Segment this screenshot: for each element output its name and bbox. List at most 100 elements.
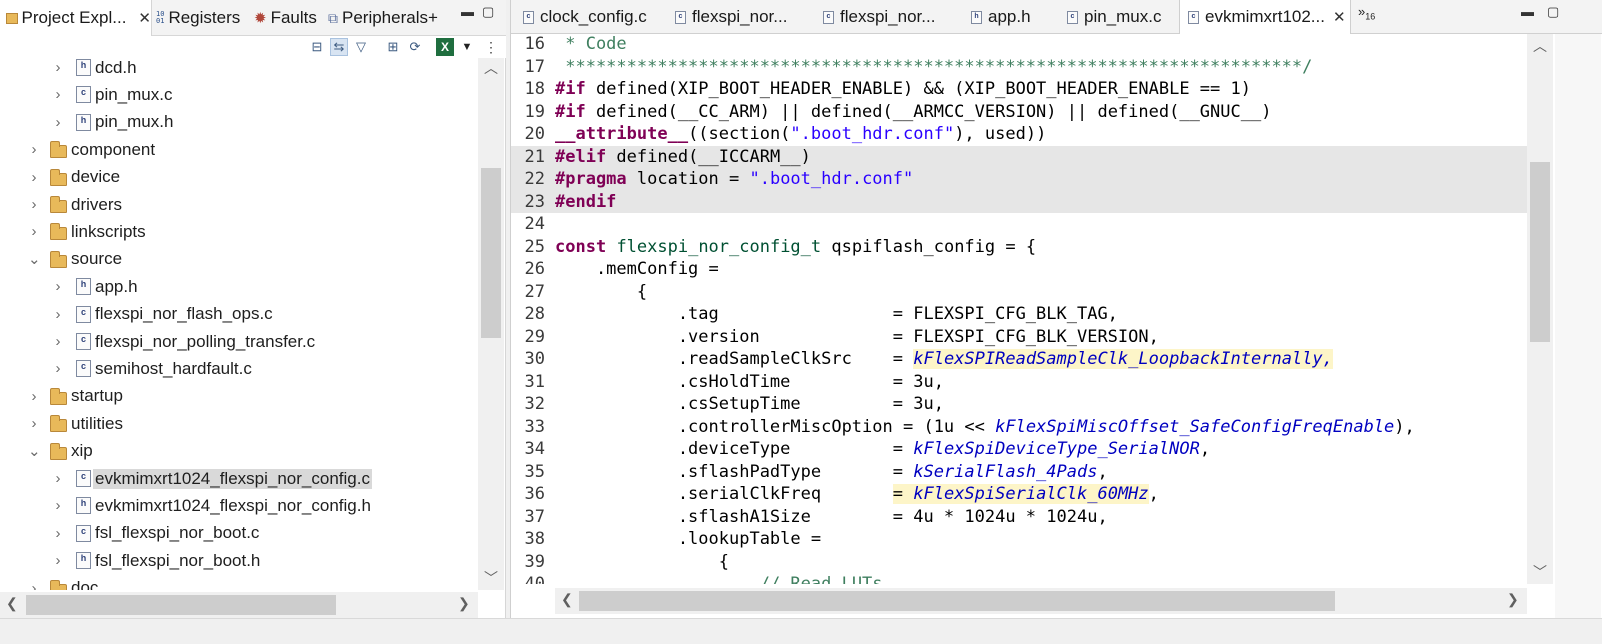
code-line[interactable]: 19 #if defined(__CC_ARM) || defined(__ARM… xyxy=(511,101,1527,124)
more-icon[interactable]: ⋮ xyxy=(482,38,500,56)
chevron-right-icon[interactable]: › xyxy=(28,196,40,213)
chevron-right-icon[interactable]: › xyxy=(52,86,64,103)
scroll-right-icon[interactable]: ❯ xyxy=(1507,591,1519,608)
chevron-right-icon[interactable]: › xyxy=(52,552,64,569)
tab-peripherals[interactable]: ⧉ Peripherals+ xyxy=(328,0,448,36)
tab-pin-mux-c[interactable]: c pin_mux.c xyxy=(1061,0,1177,34)
view-menu-icon[interactable]: ▼ xyxy=(458,38,476,56)
code-line[interactable]: 27 { xyxy=(511,281,1527,304)
code-line[interactable]: 37 .sflashA1Size = 4u * 1024u * 1024u, xyxy=(511,506,1527,529)
code-line[interactable]: 17 *************************************… xyxy=(511,56,1527,79)
chevron-right-icon[interactable]: › xyxy=(52,278,64,295)
refresh-icon[interactable]: ⟳ xyxy=(406,38,424,56)
chevron-right-icon[interactable]: › xyxy=(52,59,64,76)
code-line[interactable]: 20 __attribute__((section(".boot_hdr.conf… xyxy=(511,123,1527,146)
tree-item[interactable]: › c evkmimxrt1024_flexspi_nor_config.c xyxy=(0,465,478,492)
close-icon[interactable]: ✕ xyxy=(1333,8,1346,26)
code-horizontal-scroll-thumb[interactable] xyxy=(579,591,1335,611)
chevron-right-icon[interactable]: › xyxy=(52,306,64,323)
tree-item[interactable]: › utilities xyxy=(0,410,478,437)
code-text-area[interactable]: 16 * Code 17 ****************************… xyxy=(511,34,1527,584)
chevron-right-icon[interactable]: › xyxy=(52,470,64,487)
excel-icon[interactable]: X xyxy=(436,38,454,56)
code-line[interactable]: 28 .tag = FLEXSPI_CFG_BLK_TAG, xyxy=(511,303,1527,326)
chevron-down-icon[interactable]: ⌄ xyxy=(28,442,41,460)
tree-item[interactable]: › device xyxy=(0,164,478,191)
layout-icon[interactable]: ⊞ xyxy=(384,38,402,56)
chevron-down-icon[interactable]: ⌄ xyxy=(28,250,41,268)
tree-item[interactable]: › h dcd.h xyxy=(0,58,478,81)
chevron-right-icon[interactable]: › xyxy=(52,114,64,131)
tab-flexspi-nor-2[interactable]: c flexspi_nor... xyxy=(817,0,963,34)
code-line[interactable]: 33 .controllerMiscOption = (1u << kFlexS… xyxy=(511,416,1527,439)
tree-item[interactable]: › drivers xyxy=(0,191,478,218)
code-vertical-scroll-thumb[interactable] xyxy=(1530,162,1550,342)
chevron-right-icon[interactable]: › xyxy=(52,525,64,542)
chevron-right-icon[interactable]: › xyxy=(28,388,40,405)
code-vertical-scrollbar[interactable]: ︿ ﹀ xyxy=(1527,34,1553,584)
scroll-down-icon[interactable]: ﹀ xyxy=(484,568,498,588)
chevron-right-icon[interactable]: › xyxy=(28,169,40,186)
code-line[interactable]: 39 { xyxy=(511,551,1527,574)
code-line[interactable]: 35 .sflashPadType = kSerialFlash_4Pads, xyxy=(511,461,1527,484)
code-line[interactable]: 25 const flexspi_nor_config_t qspiflash_c… xyxy=(511,236,1527,259)
scroll-left-icon[interactable]: ❮ xyxy=(561,591,573,608)
tree-horizontal-scroll-thumb[interactable] xyxy=(26,595,336,615)
collapse-all-icon[interactable]: ⊟ xyxy=(308,38,326,56)
tab-registers[interactable]: 10 01 Registers xyxy=(156,0,250,36)
chevron-right-icon[interactable]: › xyxy=(28,141,40,158)
scroll-up-icon[interactable]: ︿ xyxy=(484,58,498,78)
chevron-right-icon[interactable]: › xyxy=(52,360,64,377)
code-horizontal-scrollbar[interactable]: ❮ ❯ xyxy=(555,588,1527,614)
code-line[interactable]: 23 #endif xyxy=(511,190,1527,213)
tab-faults[interactable]: ✹ Faults xyxy=(254,0,326,36)
code-line[interactable]: 21 #elif defined(__ICCARM__) xyxy=(511,145,1527,168)
link-with-editor-icon[interactable]: ⇆ xyxy=(330,38,348,56)
tree-item[interactable]: › component xyxy=(0,136,478,163)
scroll-right-icon[interactable]: ❯ xyxy=(458,595,470,612)
code-line[interactable]: 36 .serialClkFreq = kFlexSpiSerialClk_60… xyxy=(511,483,1527,506)
tab-flexspi-nor-1[interactable]: c flexspi_nor... xyxy=(669,0,815,34)
maximize-icon[interactable]: ▢ xyxy=(482,4,494,20)
scroll-left-icon[interactable]: ❮ xyxy=(6,595,18,612)
chevron-right-icon[interactable]: › xyxy=(52,497,64,514)
tree-item[interactable]: ⌄ xip xyxy=(0,438,478,465)
code-line[interactable]: 29 .version = FLEXSPI_CFG_BLK_VERSION, xyxy=(511,326,1527,349)
tab-app-h[interactable]: h app.h xyxy=(965,0,1059,34)
code-line[interactable]: 22 #pragma location = ".boot_hdr.conf" xyxy=(511,168,1527,191)
tree-item[interactable]: › doc xyxy=(0,575,478,590)
tree-item[interactable]: ⌄ source xyxy=(0,246,478,273)
scroll-up-icon[interactable]: ︿ xyxy=(1533,36,1547,56)
tree-vertical-scroll-thumb[interactable] xyxy=(481,168,501,338)
chevron-right-icon[interactable]: › xyxy=(28,223,40,240)
tree-item[interactable]: › h fsl_flexspi_nor_boot.h xyxy=(0,547,478,574)
tree-horizontal-scrollbar[interactable]: ❮ ❯ xyxy=(0,592,478,618)
code-line[interactable]: 38 .lookupTable = xyxy=(511,528,1527,551)
tree-item[interactable]: › c fsl_flexspi_nor_boot.c xyxy=(0,520,478,547)
chevron-right-icon[interactable]: › xyxy=(28,415,40,432)
tree-item[interactable]: › c flexspi_nor_polling_transfer.c xyxy=(0,328,478,355)
code-line[interactable]: 30 .readSampleClkSrc = kFlexSPIReadSampl… xyxy=(511,348,1527,371)
code-line[interactable]: 34 .deviceType = kFlexSpiDeviceType_Seri… xyxy=(511,438,1527,461)
overview-ruler[interactable] xyxy=(1555,34,1601,618)
tree-item[interactable]: › c pin_mux.c xyxy=(0,81,478,108)
tree-item[interactable]: › startup xyxy=(0,383,478,410)
tree-item[interactable]: › h evkmimxrt1024_flexspi_nor_config.h xyxy=(0,492,478,519)
minimize-icon[interactable]: ▬ xyxy=(461,4,474,19)
code-line[interactable]: 40 // Read LUTs xyxy=(511,573,1527,584)
maximize-icon[interactable]: ▢ xyxy=(1547,4,1559,20)
code-line[interactable]: 18 #if defined(XIP_BOOT_HEADER_ENABLE) &&… xyxy=(511,78,1527,101)
tab-clock-config[interactable]: c clock_config.c xyxy=(513,0,667,34)
scroll-down-icon[interactable]: ﹀ xyxy=(1533,562,1547,582)
tree-item[interactable]: › c flexspi_nor_flash_ops.c xyxy=(0,301,478,328)
code-line[interactable]: 26 .memConfig = xyxy=(511,258,1527,281)
code-line[interactable]: 32 .csSetupTime = 3u, xyxy=(511,393,1527,416)
tree-item[interactable]: › linkscripts xyxy=(0,218,478,245)
code-line[interactable]: 31 .csHoldTime = 3u, xyxy=(511,371,1527,394)
tree-item[interactable]: › h app.h xyxy=(0,273,478,300)
code-line[interactable]: 24 xyxy=(511,213,1527,236)
tab-evkmimxrt102[interactable]: c evkmimxrt102... ✕ xyxy=(1179,0,1351,34)
code-line[interactable]: 16 * Code xyxy=(511,34,1527,56)
more-tabs-button[interactable]: »16 xyxy=(1358,4,1375,22)
filter-icon[interactable]: ▽ xyxy=(352,38,370,56)
